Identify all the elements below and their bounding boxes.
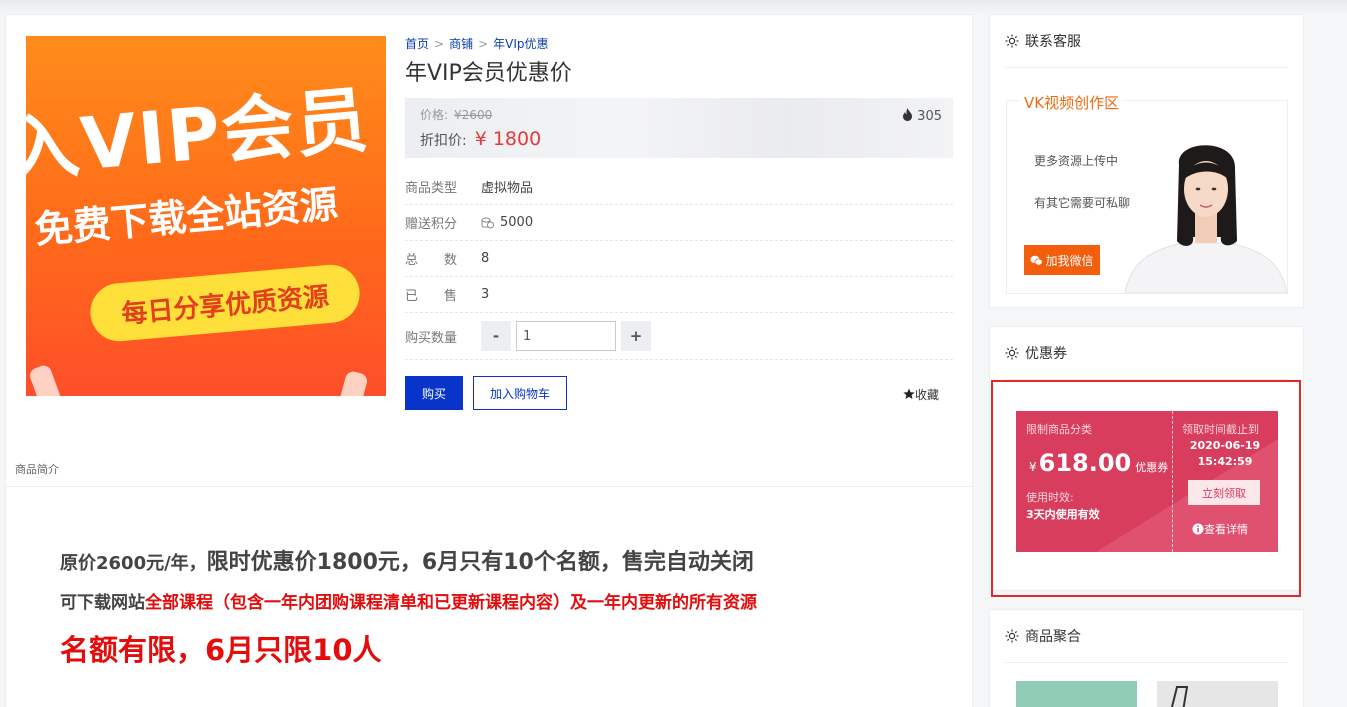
- product-description: 原价2600元/年，限时优惠价1800元，6月只有10个名额，售完自动关闭 可下…: [60, 544, 757, 669]
- breadcrumb: 首页 > 商铺 > 年VIp优惠: [405, 36, 953, 52]
- coins-icon: [481, 217, 494, 228]
- quantity-label: 购买数量: [405, 330, 458, 346]
- quantity-plus-button[interactable]: +: [621, 321, 651, 351]
- contact-title: 联系客服: [1025, 34, 1081, 50]
- favorite-button[interactable]: 收藏: [903, 386, 939, 403]
- fire-icon: [903, 108, 913, 121]
- product-image[interactable]: 入VIP会员 免费下载全站资源 每日分享优质资源: [26, 36, 386, 396]
- add-to-cart-button[interactable]: 加入购物车: [473, 376, 567, 410]
- star-icon: [903, 388, 915, 399]
- decoration-shape: [27, 363, 63, 396]
- attribute-label: 已 售: [405, 289, 458, 304]
- sun-icon: [1005, 629, 1019, 643]
- favorite-label: 收藏: [914, 388, 939, 402]
- breadcrumb-home[interactable]: 首页: [405, 37, 429, 51]
- add-wechat-button[interactable]: 加我微信: [1024, 245, 1100, 275]
- breadcrumb-current[interactable]: 年VIp优惠: [493, 37, 548, 51]
- description-offer: 限时优惠价1800元，6月只有10个名额，售完自动关闭: [206, 550, 754, 575]
- description-original-price: 原价2600元/年，: [60, 553, 207, 574]
- description-line-2: 可下载网站全部课程（包含一年内团购课程清单和已更新课程内容）及一年内更新的所有资…: [60, 588, 757, 613]
- quantity-input[interactable]: [516, 321, 616, 351]
- coupon-header: 优惠券: [1005, 327, 1288, 380]
- view-count: 305: [902, 108, 942, 124]
- description-line-1: 原价2600元/年，限时优惠价1800元，6月只有10个名额，售完自动关闭: [60, 544, 757, 576]
- sun-icon: [1005, 34, 1019, 48]
- quantity-row: 购买数量 - +: [405, 313, 953, 360]
- buy-button[interactable]: 购买: [405, 376, 463, 410]
- description-download-prefix: 可下载网站: [60, 593, 145, 613]
- attribute-value: 3: [481, 287, 490, 302]
- action-bar: 购买 加入购物车 收藏: [405, 376, 953, 410]
- description-line-3: 名额有限，6月只限10人: [60, 633, 382, 667]
- tab-product-intro[interactable]: 商品简介: [15, 461, 59, 477]
- attribute-row: 已 售 3: [405, 277, 953, 313]
- attribute-value: 5000: [500, 215, 534, 230]
- aggregate-thumbnail[interactable]: [1016, 681, 1137, 707]
- coupon-title: 优惠券: [1025, 346, 1067, 362]
- discount-price-value: ¥ 1800: [474, 128, 542, 150]
- attribute-value: 虚拟物品: [481, 181, 534, 196]
- aggregate-title: 商品聚合: [1025, 629, 1081, 645]
- attribute-row: 赠送积分 5000: [405, 205, 953, 241]
- add-wechat-label: 加我微信: [1045, 253, 1094, 268]
- original-price-value: ¥2600: [454, 108, 493, 122]
- discount-price: 折扣价: ¥ 1800: [420, 128, 541, 150]
- original-price: 价格: ¥2600: [420, 106, 492, 123]
- highlight-box: [991, 380, 1301, 597]
- quantity-minus-button[interactable]: -: [481, 321, 511, 351]
- contact-text-1: 更多资源上传中: [1034, 154, 1119, 168]
- attribute-row: 总 数 8: [405, 241, 953, 277]
- attribute-row: 商品类型 虚拟物品: [405, 169, 953, 205]
- breadcrumb-separator: >: [478, 37, 489, 51]
- support-agent-avatar: [1125, 145, 1287, 293]
- divider: [6, 486, 972, 487]
- contact-text-2: 有其它需要可私聊: [1034, 196, 1131, 210]
- contact-card: 联系客服 VK视频创作区 更多资源上传中 有其它需要可私聊 加我微信: [989, 14, 1304, 308]
- contact-box: VK视频创作区 更多资源上传中 有其它需要可私聊 加我微信: [1006, 92, 1288, 294]
- contact-header: 联系客服: [1005, 15, 1288, 68]
- product-info: 首页 > 商铺 > 年VIp优惠 年VIP会员优惠价 价格: ¥2600 折扣价: ¥ 18…: [405, 36, 953, 410]
- wechat-icon: [1030, 255, 1044, 265]
- contact-box-label: VK视频创作区: [1020, 92, 1124, 113]
- attribute-label: 赠送积分: [405, 217, 458, 232]
- original-price-label: 价格:: [420, 108, 449, 122]
- top-bar: [0, 0, 1347, 14]
- attribute-value: 8: [481, 251, 490, 266]
- product-attributes: 商品类型 虚拟物品 赠送积分 5000 总 数 8 已 售 3 购买数量 - +: [405, 169, 953, 360]
- product-title: 年VIP会员优惠价: [405, 61, 572, 86]
- aggregate-thumbnail[interactable]: [1157, 681, 1278, 707]
- discount-price-label: 折扣价:: [420, 133, 467, 149]
- breadcrumb-separator: >: [434, 37, 445, 51]
- decoration-shape: [337, 369, 369, 396]
- attribute-label: 商品类型: [405, 181, 458, 196]
- aggregate-header: 商品聚合: [1005, 610, 1288, 663]
- sun-icon: [1005, 346, 1019, 360]
- attribute-label: 总 数: [405, 253, 458, 268]
- price-box: 价格: ¥2600 折扣价: ¥ 1800 305: [405, 98, 953, 158]
- description-download-scope: 全部课程（包含一年内团购课程清单和已更新课程内容）及一年内更新的所有资源: [145, 593, 757, 613]
- chair-image: [1170, 686, 1189, 707]
- product-image-pill: 每日分享优质资源: [87, 262, 363, 344]
- view-count-value: 305: [917, 109, 942, 124]
- breadcrumb-shop[interactable]: 商铺: [449, 37, 473, 51]
- aggregate-card: 商品聚合: [989, 609, 1304, 707]
